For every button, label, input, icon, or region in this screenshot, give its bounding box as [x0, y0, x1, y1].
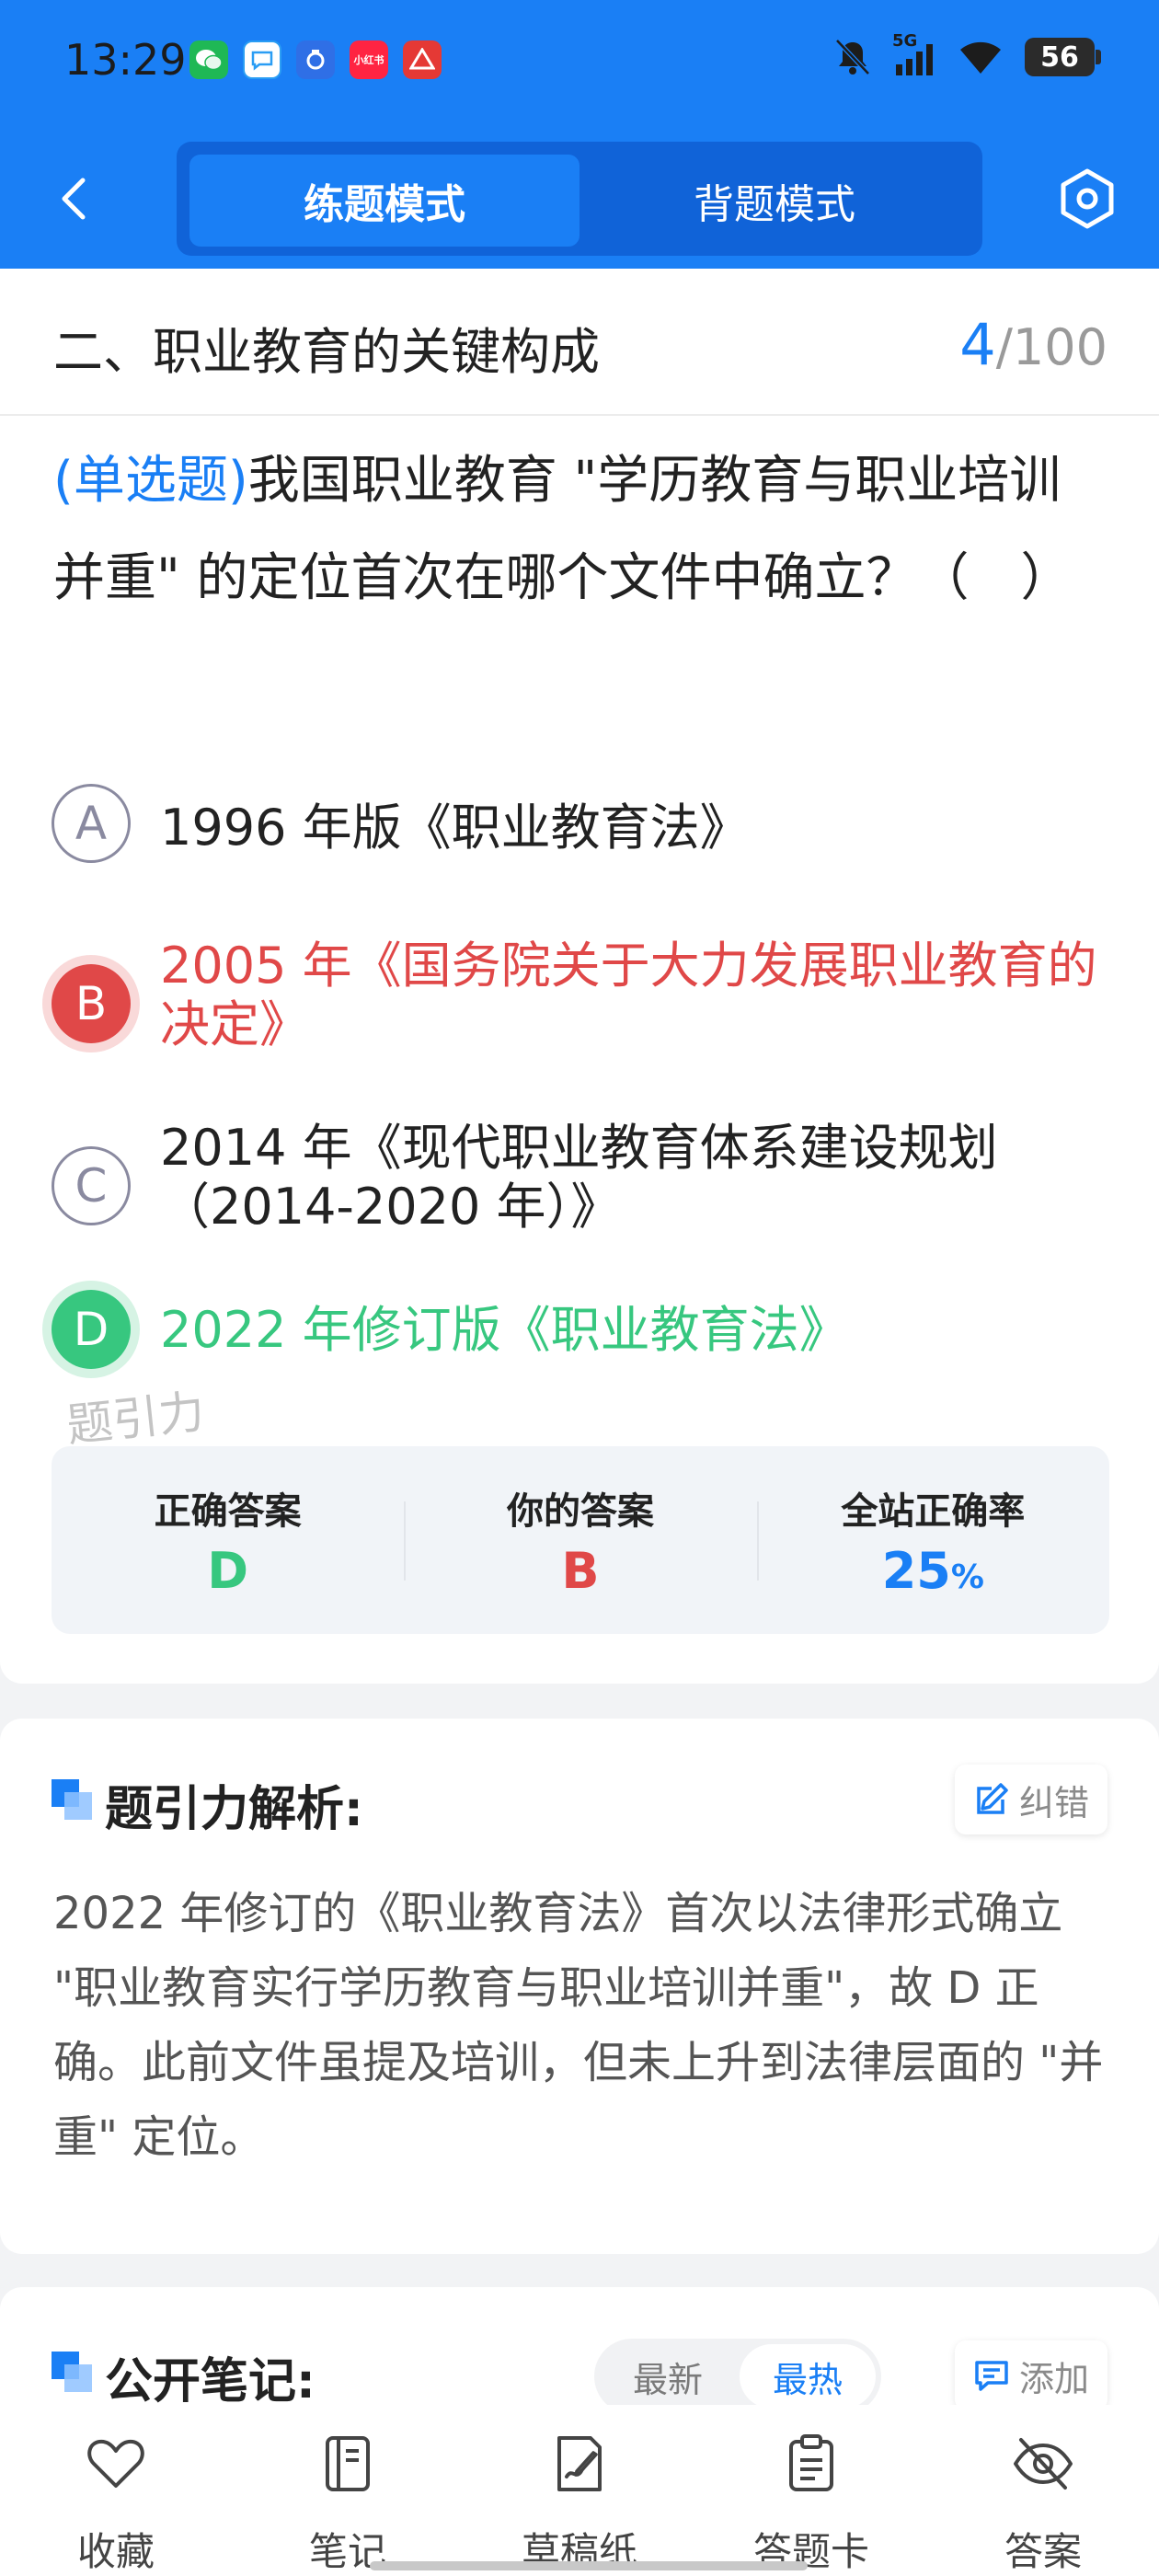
battery-indicator: 56	[1025, 38, 1101, 76]
xiaohongshu-icon: 小红书	[350, 40, 388, 79]
edit-icon	[977, 1783, 1008, 1814]
report-error-button[interactable]: 纠错	[954, 1765, 1107, 1834]
notification-icons: 小红书	[189, 40, 442, 79]
status-time: 13:29	[64, 35, 187, 85]
network-type: 5G	[892, 31, 918, 51]
stat-label: 全站正确率	[841, 1490, 1026, 1533]
option-text: 1996 年版《职业教育法》	[160, 799, 750, 857]
analysis-text: 2022 年修订的《职业教育法》首次以法律形式确立 "职业教育实行学历教育与职业…	[53, 1888, 1104, 2163]
accuracy-unit: %	[950, 1558, 984, 1596]
notes-title: 公开笔记:	[105, 2354, 316, 2409]
wechat-icon	[189, 40, 228, 79]
sort-latest[interactable]: 最新	[600, 2344, 736, 2409]
message-icon	[243, 40, 281, 79]
sort-hot[interactable]: 最热	[740, 2344, 876, 2409]
current-index: 4	[959, 311, 996, 378]
notes-sort-toggle: 最新 最热	[594, 2339, 881, 2414]
settings-icon[interactable]	[1054, 166, 1120, 232]
notes-button[interactable]: 笔记	[256, 2432, 440, 2574]
accuracy-number: 25	[881, 1542, 951, 1600]
answer-stats: 正确答案 D 你的答案 B 全站正确率 25%	[52, 1446, 1109, 1634]
question-type: (单选题)	[53, 451, 248, 511]
option-text: 2005 年《国务院关于大力发展职业教育的决定》	[160, 937, 1097, 1053]
nav-bar: 练题模式 背题模式	[0, 138, 1159, 258]
mode-switch: 练题模式 背题模式	[177, 142, 982, 256]
accuracy-value: 25%	[757, 1542, 1109, 1600]
section-marker-icon	[52, 2352, 92, 2392]
option-text: 2014 年《现代职业教育体系建设规划（2014-2020 年）》	[160, 1119, 998, 1236]
correct-answer-stat: 正确答案 D	[52, 1446, 404, 1634]
heart-icon	[87, 2439, 144, 2488]
option-c[interactable]: C 2014 年《现代职业教育体系建设规划（2014-2020 年）》	[52, 1119, 1109, 1257]
tab-memorize-mode[interactable]: 背题模式	[580, 155, 970, 247]
section-header: 二、职业教育的关键构成 4/100	[0, 269, 1159, 416]
report-error-label: 纠错	[1018, 1782, 1089, 1823]
bottom-toolbar: 收藏 笔记 草稿纸 答题卡 答案	[0, 2405, 1159, 2576]
app-icon-blue	[296, 40, 335, 79]
wifi-icon	[960, 41, 1001, 74]
your-answer-stat: 你的答案 B	[404, 1446, 756, 1634]
home-indicator[interactable]	[370, 2561, 808, 2570]
app-icon-red	[403, 40, 442, 79]
practice-page: 13:29 小红书 5G 56 练题模式 背题模式 二、职业教育的关键构成 4/…	[0, 0, 1159, 2576]
header: 13:29 小红书 5G 56 练题模式 背题模式	[0, 0, 1159, 269]
option-a[interactable]: A 1996 年版《职业教育法》	[52, 784, 1109, 872]
favorite-label: 收藏	[76, 2529, 155, 2574]
section-marker-icon	[52, 1779, 92, 1820]
option-letter: B	[52, 964, 131, 1043]
notebook-icon	[326, 2436, 370, 2491]
draft-paper-icon	[557, 2436, 602, 2491]
stat-label: 你的答案	[506, 1490, 654, 1533]
your-answer-value: B	[561, 1542, 600, 1600]
option-letter: D	[52, 1290, 131, 1369]
option-d[interactable]: D 2022 年修订版《职业教育法》	[52, 1290, 1109, 1378]
option-letter: A	[52, 784, 131, 863]
section-title: 二、职业教育的关键构成	[53, 323, 600, 381]
comment-add-icon	[975, 2361, 1008, 2391]
total-count: /100	[995, 318, 1107, 376]
mute-bell-icon	[835, 39, 870, 75]
add-note-button[interactable]: 添加	[954, 2340, 1107, 2410]
back-arrow-icon[interactable]	[48, 171, 103, 226]
analysis-title: 题引力解析:	[105, 1782, 363, 1837]
correct-answer-value: D	[207, 1542, 249, 1600]
answer-card-button[interactable]: 答题卡	[719, 2432, 903, 2574]
analysis-card: 题引力解析: 纠错 2022 年修订的《职业教育法》首次以法律形式确立 "职业教…	[0, 1719, 1159, 2254]
add-note-label: 添加	[1018, 2358, 1089, 2399]
tab-practice-mode[interactable]: 练题模式	[189, 155, 580, 247]
option-b[interactable]: B 2005 年《国务院关于大力发展职业教育的决定》	[52, 937, 1109, 1075]
favorite-button[interactable]: 收藏	[24, 2432, 208, 2574]
answer-toggle-button[interactable]: 答案	[951, 2432, 1135, 2574]
accuracy-stat: 全站正确率 25%	[756, 1446, 1109, 1634]
status-indicators: 5G 56	[833, 31, 1101, 77]
clipboard-icon	[789, 2434, 833, 2491]
cellular-signal-icon: 5G	[892, 31, 936, 77]
option-letter: C	[52, 1146, 131, 1225]
option-text: 2022 年修订版《职业教育法》	[160, 1301, 849, 1359]
draft-paper-button[interactable]: 草稿纸	[488, 2432, 671, 2574]
question-card: 二、职业教育的关键构成 4/100 (单选题)我国职业教育 "学历教育与职业培训…	[0, 269, 1159, 1684]
eye-off-icon	[1014, 2438, 1073, 2490]
status-bar: 13:29 小红书 5G 56	[0, 0, 1159, 129]
stat-label: 正确答案	[154, 1490, 302, 1533]
answer-label: 答案	[1004, 2529, 1082, 2574]
question-stem: (单选题)我国职业教育 "学历教育与职业培训并重" 的定位首次在哪个文件中确立？…	[53, 432, 1111, 627]
watermark: 题引力	[63, 1385, 208, 1453]
question-progress: 4/100	[959, 311, 1107, 378]
